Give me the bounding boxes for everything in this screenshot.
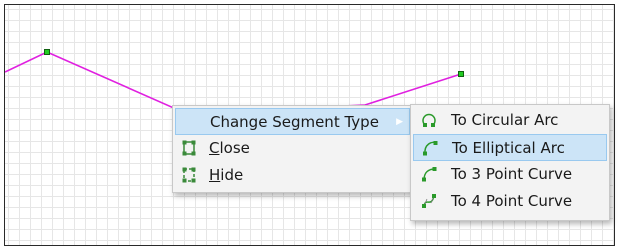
vertex-handle[interactable] — [44, 49, 50, 55]
submenu-item-to-elliptical-arc[interactable]: To Elliptical Arc — [413, 134, 607, 161]
submenu-item-to-4-point-curve[interactable]: To 4 Point Curve — [413, 188, 607, 215]
submenu-segment-type: To Circular Arc To Elliptical Arc To 3 P… — [410, 104, 610, 221]
menu-item-label: Hide — [209, 166, 244, 184]
polyline-segments[interactable] — [5, 51, 462, 114]
close-path-icon — [182, 140, 196, 156]
four-point-curve-icon — [422, 194, 436, 208]
menu-item-close[interactable]: Close — [175, 135, 410, 162]
submenu-arrow-icon: ▶ — [396, 117, 403, 127]
submenu-item-to-3-point-curve[interactable]: To 3 Point Curve — [413, 161, 607, 188]
vertex-handle[interactable] — [458, 71, 464, 77]
hide-icon — [182, 167, 196, 183]
three-point-curve-icon — [422, 167, 437, 182]
context-menu: Change Segment Type ▶ Close Hide — [172, 105, 413, 193]
menu-item-label: Change Segment Type — [210, 113, 379, 131]
submenu-item-label: To Elliptical Arc — [452, 139, 565, 157]
circular-arc-icon — [422, 113, 436, 127]
submenu-item-label: To 4 Point Curve — [451, 192, 573, 210]
menu-item-hide[interactable]: Hide — [175, 162, 410, 189]
elliptical-arc-icon — [423, 141, 438, 156]
submenu-item-label: To Circular Arc — [451, 111, 559, 129]
submenu-item-to-circular-arc[interactable]: To Circular Arc — [413, 107, 607, 134]
submenu-item-label: To 3 Point Curve — [451, 165, 573, 183]
menu-item-label: Close — [209, 139, 250, 157]
menu-item-change-segment-type[interactable]: Change Segment Type ▶ — [175, 108, 410, 135]
